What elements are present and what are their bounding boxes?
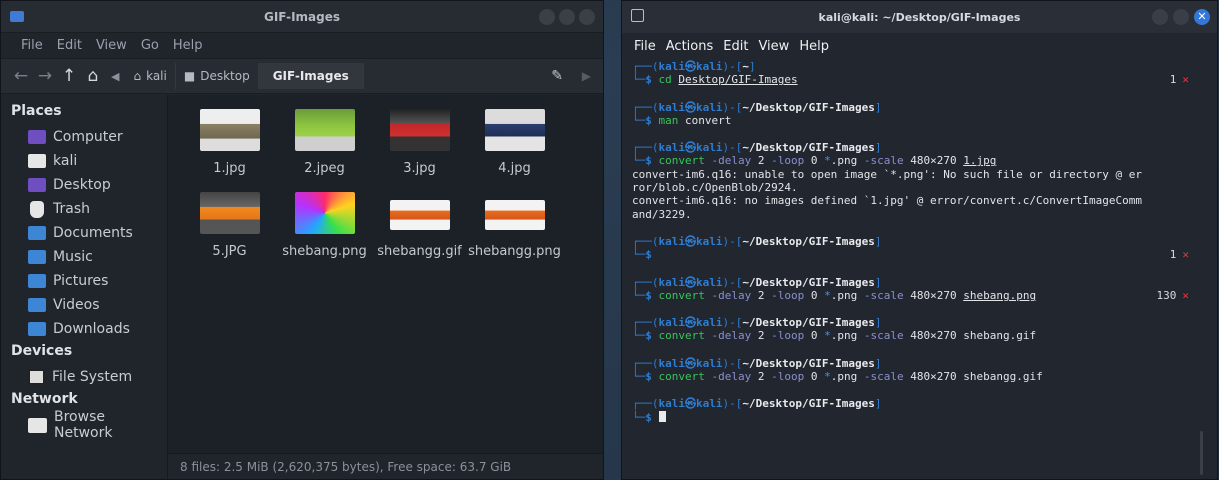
sidebar-item-browse-network[interactable]: Browse Network (1, 409, 167, 441)
image-thumbnail (199, 109, 260, 151)
text-cursor (658, 410, 666, 422)
file-manager-window: GIF-Images File Edit View Go Help ← → ↑ … (0, 0, 604, 480)
close-button[interactable]: ✕ (1194, 9, 1210, 25)
music-folder-icon (28, 250, 46, 264)
minimize-button[interactable] (539, 9, 555, 25)
breadcrumb-kali[interactable]: ⌂ kali (125, 63, 176, 89)
terminal-output[interactable]: ┌──(kali㉿kali)-[~] └─$ cd Desktop/GIF-Im… (622, 60, 1217, 479)
menu-file[interactable]: File (634, 39, 656, 54)
devices-heading: Devices (11, 343, 73, 359)
computer-icon (28, 130, 46, 144)
exit-code: 1 ✕ (1169, 248, 1189, 262)
menu-go[interactable]: Go (141, 38, 159, 53)
fm-menubar: File Edit View Go Help (1, 33, 603, 58)
menu-view[interactable]: View (758, 39, 789, 54)
home-icon[interactable]: ⌂ (81, 66, 105, 86)
desktop-folder-icon (28, 178, 46, 192)
menu-view[interactable]: View (96, 38, 127, 53)
terminal-scrollbar[interactable] (1200, 431, 1203, 475)
forward-arrow-icon[interactable]: → (33, 66, 57, 86)
exit-code: 1 ✕ (1169, 73, 1189, 87)
pictures-folder-icon (28, 274, 46, 288)
trash-icon (30, 200, 44, 218)
videos-folder-icon (28, 298, 46, 312)
terminal-current-prompt[interactable]: ┌──(kali㉿kali)-[~/Desktop/GIF-Images] └─… (632, 397, 1217, 424)
fm-titlebar[interactable]: GIF-Images (1, 1, 603, 33)
menu-actions[interactable]: Actions (666, 39, 714, 54)
places-sidebar: Places Computer kali Desktop Trash Docum… (1, 95, 168, 479)
sidebar-item-trash[interactable]: Trash (1, 197, 167, 221)
terminal-block: ┌──(kali㉿kali)-[~/Desktop/GIF-Images] └─… (632, 275, 1190, 302)
sidebar-item-music[interactable]: Music (1, 245, 167, 269)
image-thumbnail (199, 192, 260, 234)
terminal-block: ┌──(kali㉿kali)-[~/Desktop/GIF-Images] └─… (632, 316, 1037, 343)
terminal-block: ┌──(kali㉿kali)-[~/Desktop/GIF-Images] └─… (632, 356, 1043, 384)
desktop-small-icon: ■ (183, 69, 196, 83)
menu-edit[interactable]: Edit (57, 38, 82, 53)
minimize-button[interactable] (1152, 9, 1168, 25)
terminal-block: ┌──(kali㉿kali)-[~/Desktop/GIF-Images] └─… (632, 234, 1189, 262)
error-x-icon: ✕ (1182, 288, 1189, 302)
maximize-button[interactable] (559, 9, 575, 25)
sidebar-item-desktop[interactable]: Desktop (1, 173, 167, 197)
sidebar-item-videos[interactable]: Videos (1, 293, 167, 317)
breadcrumb-right-arrow-icon[interactable]: ▶ (582, 69, 591, 83)
terminal-window: kali@kali: ~/Desktop/GIF-Images ✕ File A… (621, 0, 1218, 480)
status-bar: 8 files: 2.5 MiB (2,620,375 bytes), Free… (168, 453, 603, 479)
maximize-button[interactable] (1173, 9, 1189, 25)
file-item[interactable]: 1.jpg (182, 109, 277, 176)
sidebar-item-downloads[interactable]: Downloads (1, 317, 167, 341)
terminal-window-title: kali@kali: ~/Desktop/GIF-Images (818, 10, 1021, 24)
home-folder-icon (28, 154, 46, 168)
fm-window-title: GIF-Images (263, 9, 341, 24)
terminal-menubar: File Actions Edit View Help (622, 33, 1217, 60)
image-thumbnail (484, 200, 545, 230)
menu-help[interactable]: Help (799, 39, 829, 54)
sidebar-item-file-system[interactable]: File System (1, 365, 167, 389)
image-thumbnail (389, 200, 450, 230)
status-text: 8 files: 2.5 MiB (2,620,375 bytes), Free… (180, 459, 512, 474)
breadcrumb-gif-images[interactable]: GIF-Images (258, 63, 364, 89)
places-heading: Places (11, 103, 62, 119)
home-small-icon: ⌂ (133, 69, 142, 83)
terminal-titlebar[interactable]: kali@kali: ~/Desktop/GIF-Images ✕ (622, 1, 1217, 33)
sidebar-item-documents[interactable]: Documents (1, 221, 167, 245)
file-item[interactable]: 3.jpg (372, 109, 467, 176)
file-item[interactable]: shebangg.gif (372, 192, 467, 259)
up-arrow-icon[interactable]: ↑ (57, 66, 81, 86)
menu-file[interactable]: File (21, 38, 43, 53)
file-item[interactable]: shebangg.png (467, 192, 562, 259)
menu-edit[interactable]: Edit (723, 39, 748, 54)
error-x-icon: ✕ (1182, 248, 1189, 262)
file-item[interactable]: 2.jpeg (277, 109, 372, 176)
file-item[interactable]: shebang.png (277, 192, 372, 259)
menu-help[interactable]: Help (173, 38, 203, 53)
sidebar-item-pictures[interactable]: Pictures (1, 269, 167, 293)
back-arrow-icon[interactable]: ← (9, 66, 33, 86)
image-thumbnail (484, 109, 545, 151)
close-button[interactable] (579, 9, 595, 25)
sidebar-item-kali[interactable]: kali (1, 149, 167, 173)
file-item[interactable]: 4.jpg (467, 109, 562, 176)
documents-folder-icon (28, 226, 46, 240)
downloads-folder-icon (28, 322, 46, 336)
breadcrumb-desktop[interactable]: ■ Desktop (176, 63, 259, 89)
terminal-block: ┌──(kali㉿kali)-[~] └─$ cd Desktop/GIF-Im… (632, 60, 1189, 87)
image-thumbnail (294, 192, 355, 234)
image-thumbnail (389, 109, 450, 151)
exit-code: 130 ✕ (1156, 288, 1190, 302)
error-x-icon: ✕ (1182, 73, 1189, 87)
file-item[interactable]: 5.JPG (182, 192, 277, 259)
network-icon (28, 417, 47, 433)
fm-toolbar: ← → ↑ ⌂ ◀ ⌂ kali ■ Desktop GIF-Images ✎ … (1, 58, 603, 94)
file-view[interactable]: 1.jpg 2.jpeg 3.jpg 4.jpg 5.JPG shebang.p… (168, 95, 603, 479)
disk-icon (28, 369, 45, 385)
terminal-block: ┌──(kali㉿kali)-[~/Desktop/GIF-Images] └─… (632, 141, 1142, 221)
sidebar-item-computer[interactable]: Computer (1, 125, 167, 149)
image-thumbnail (294, 109, 355, 151)
breadcrumb-left-arrow-icon[interactable]: ◀ (105, 70, 125, 83)
edit-path-pencil-icon[interactable]: ✎ (551, 68, 563, 84)
terminal-block: ┌──(kali㉿kali)-[~/Desktop/GIF-Images] └─… (632, 100, 882, 127)
